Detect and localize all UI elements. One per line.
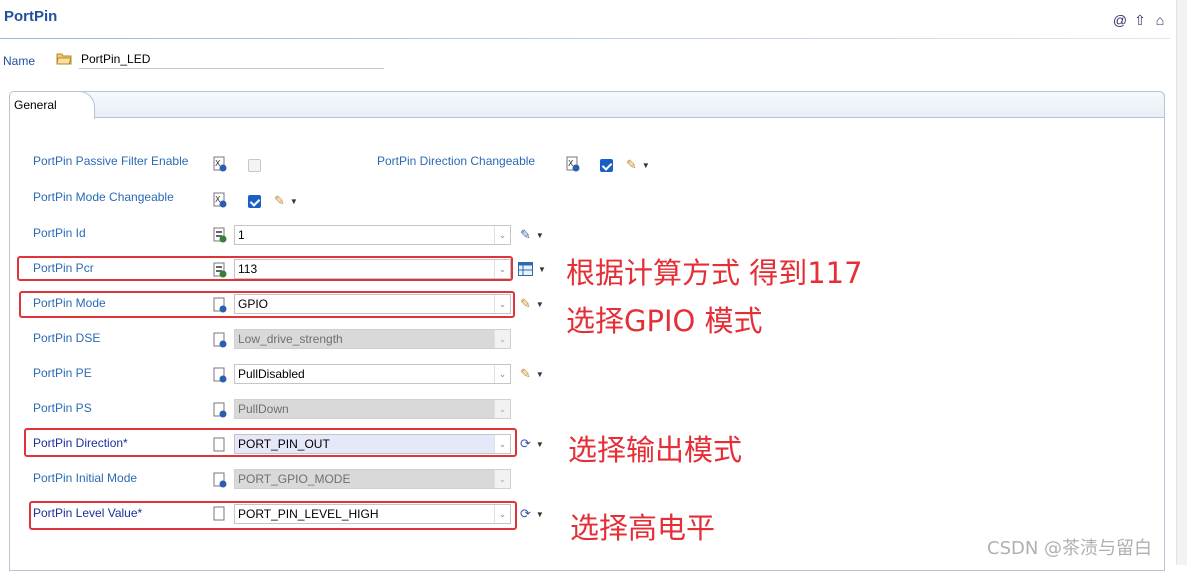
- refresh-icon[interactable]: ⟳: [520, 506, 531, 522]
- param-label-passive-filter: PortPin Passive Filter Enable: [33, 154, 189, 168]
- annotation-level: 选择高电平: [570, 511, 716, 545]
- chevron-down-icon[interactable]: ▼: [536, 510, 544, 519]
- boolean-type-icon: X: [566, 156, 580, 172]
- chevron-down-icon[interactable]: ▼: [538, 265, 546, 274]
- home-icon[interactable]: ⌂: [1152, 12, 1168, 28]
- at-icon[interactable]: @: [1112, 12, 1128, 28]
- table-icon[interactable]: [518, 262, 533, 276]
- chevron-down-icon[interactable]: ▼: [536, 300, 544, 309]
- pencil-icon[interactable]: ✎: [626, 157, 637, 173]
- direction-changeable-actions[interactable]: ✎ ▼: [626, 157, 650, 173]
- name-input[interactable]: [79, 50, 384, 69]
- mode-value: GPIO: [238, 297, 269, 311]
- mode-changeable-actions[interactable]: ✎ ▼: [274, 193, 298, 209]
- level-value-actions[interactable]: ⟳ ▼: [520, 506, 544, 522]
- header-toolbar: @ ⇧ ⌂: [1112, 12, 1168, 28]
- chevron-down-icon[interactable]: ⌄: [494, 505, 510, 523]
- param-label-initial-mode: PortPin Initial Mode: [33, 471, 138, 485]
- param-label-level-value: PortPin Level Value*: [33, 506, 143, 520]
- param-label-mode: PortPin Mode: [33, 296, 106, 310]
- id-value: 1: [238, 228, 245, 242]
- direction-field[interactable]: PORT_PIN_OUT ⌄: [234, 434, 511, 454]
- direction-value: PORT_PIN_OUT: [238, 437, 330, 451]
- level-value: PORT_PIN_LEVEL_HIGH: [238, 507, 379, 521]
- annotation-pcr: 根据计算方式 得到117: [566, 256, 863, 290]
- param-label-ps: PortPin PS: [33, 401, 92, 415]
- annotation-direction: 选择输出模式: [568, 433, 743, 467]
- pe-field[interactable]: PullDisabled ⌄: [234, 364, 511, 384]
- mode-changeable-checkbox[interactable]: [248, 195, 261, 208]
- tab-general[interactable]: General: [9, 91, 95, 119]
- pcr-value: 113: [238, 262, 258, 276]
- ps-field: PullDown ⌄: [234, 399, 511, 419]
- pencil-icon[interactable]: ✎: [520, 296, 531, 312]
- initial-mode-value: PORT_GPIO_MODE: [238, 472, 351, 486]
- chevron-down-icon: ⌄: [494, 470, 510, 488]
- chevron-down-icon[interactable]: ⌄: [494, 295, 510, 313]
- passive-filter-checkbox[interactable]: [248, 159, 261, 172]
- chevron-down-icon[interactable]: ▼: [536, 231, 544, 240]
- id-field[interactable]: 1 ⌄: [234, 225, 511, 245]
- up-arrow-icon[interactable]: ⇧: [1132, 12, 1148, 28]
- chevron-down-icon[interactable]: ⌄: [494, 260, 510, 278]
- integer-type-icon: [213, 227, 227, 243]
- integer-type-icon: [213, 262, 227, 278]
- title-divider: [0, 38, 1170, 39]
- pcr-field[interactable]: 113 ⌄: [234, 259, 511, 279]
- pe-value: PullDisabled: [238, 367, 305, 381]
- id-actions[interactable]: ✎ ▼: [520, 227, 544, 243]
- vertical-scrollbar[interactable]: [1176, 0, 1187, 565]
- enum-type-icon: [213, 402, 227, 418]
- initial-mode-field: PORT_GPIO_MODE ⌄: [234, 469, 511, 489]
- enum-type-icon: [213, 437, 225, 452]
- param-label-dse: PortPin DSE: [33, 331, 101, 345]
- ps-value: PullDown: [238, 402, 289, 416]
- pencil-icon[interactable]: ✎: [274, 193, 285, 209]
- enum-type-icon: [213, 506, 225, 521]
- folder-icon: [56, 53, 72, 65]
- enum-type-icon: [213, 367, 227, 383]
- refresh-icon[interactable]: ⟳: [520, 436, 531, 452]
- dse-value: Low_drive_strength: [238, 332, 343, 346]
- boolean-type-icon: X: [213, 156, 227, 172]
- chevron-down-icon[interactable]: ▼: [642, 161, 650, 170]
- param-label-id: PortPin Id: [33, 226, 86, 240]
- chevron-down-icon: ⌄: [494, 400, 510, 418]
- param-label-direction-changeable: PortPin Direction Changeable: [377, 154, 536, 168]
- param-label-pcr: PortPin Pcr: [33, 261, 94, 275]
- editor-title: PortPin: [4, 8, 58, 25]
- pe-actions[interactable]: ✎ ▼: [520, 366, 544, 382]
- direction-changeable-checkbox[interactable]: [600, 159, 613, 172]
- chevron-down-icon[interactable]: ⌄: [494, 365, 510, 383]
- enum-type-icon: [213, 332, 227, 348]
- name-label: Name: [3, 54, 36, 68]
- chevron-down-icon: ⌄: [494, 330, 510, 348]
- tab-bar: [9, 91, 1165, 118]
- chevron-down-icon[interactable]: ▼: [290, 197, 298, 206]
- mode-actions[interactable]: ✎ ▼: [520, 296, 544, 312]
- direction-actions[interactable]: ⟳ ▼: [520, 436, 544, 452]
- annotation-mode: 选择GPIO 模式: [566, 304, 763, 338]
- param-label-direction: PortPin Direction*: [33, 436, 128, 450]
- watermark: CSDN @茶渍与留白: [987, 538, 1153, 559]
- pencil-icon[interactable]: ✎: [520, 366, 531, 382]
- calculate-icon[interactable]: ✎: [520, 227, 531, 243]
- chevron-down-icon[interactable]: ⌄: [494, 226, 510, 244]
- enum-type-icon: [213, 297, 227, 313]
- param-label-mode-changeable: PortPin Mode Changeable: [33, 190, 174, 204]
- chevron-down-icon[interactable]: ⌄: [494, 435, 510, 453]
- enum-type-icon: [213, 472, 227, 488]
- level-value-field[interactable]: PORT_PIN_LEVEL_HIGH ⌄: [234, 504, 511, 524]
- dse-field: Low_drive_strength ⌄: [234, 329, 511, 349]
- pcr-actions[interactable]: ▼: [518, 261, 546, 277]
- param-label-pe: PortPin PE: [33, 366, 92, 380]
- chevron-down-icon[interactable]: ▼: [536, 370, 544, 379]
- chevron-down-icon[interactable]: ▼: [536, 440, 544, 449]
- boolean-type-icon: X: [213, 192, 227, 208]
- tab-bar-divider: [95, 117, 1165, 118]
- mode-field[interactable]: GPIO ⌄: [234, 294, 511, 314]
